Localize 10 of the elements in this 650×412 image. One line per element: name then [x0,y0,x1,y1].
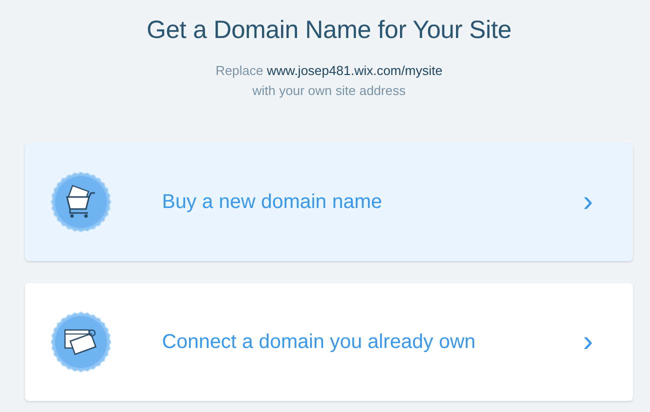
page-title: Get a Domain Name for Your Site [146,16,512,45]
domain-option-card[interactable]: Buy a new domain name › [25,143,633,261]
option-label: Buy a new domain name [162,190,384,214]
domain-tag-icon [50,311,112,373]
chevron-icon: › [583,327,593,357]
domain-option-card[interactable]: Connect a domain you already own › [25,283,633,401]
chevron-icon: › [583,187,593,217]
shopping-cart-icon [50,171,112,233]
page-subtitle: Replace www.josep481.wix.com/mysite with your own site address [214,62,444,100]
option-label: Connect a domain you already own [162,330,477,354]
